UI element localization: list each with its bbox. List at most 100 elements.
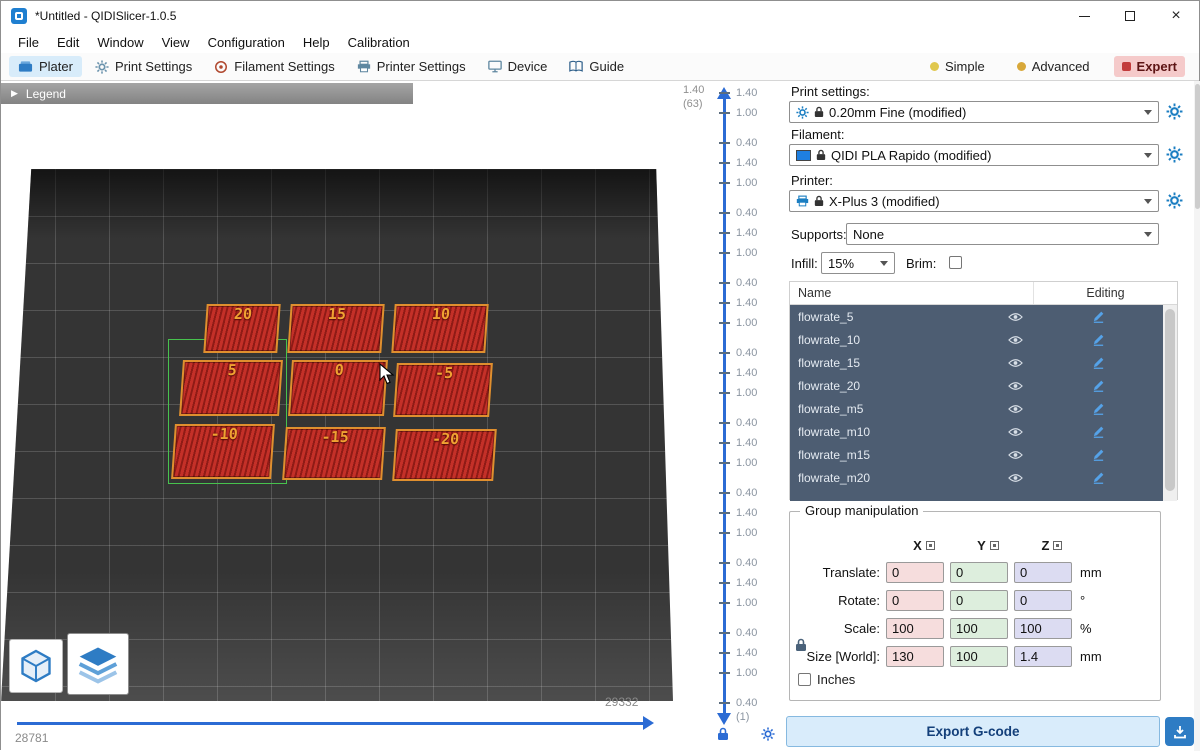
model-tile[interactable]: 20 (203, 304, 280, 353)
tab-printer-settings[interactable]: Printer Settings (348, 56, 475, 77)
visibility-toggle[interactable] (997, 381, 1033, 391)
printer-edit-gear[interactable] (1166, 192, 1183, 209)
value-x-input[interactable]: 0 (886, 590, 944, 611)
value-z-input[interactable]: 0 (1014, 562, 1072, 583)
menu-item[interactable]: Help (294, 33, 339, 52)
mode-simple[interactable]: Simple (922, 56, 993, 77)
legend-panel[interactable]: ▶ Legend (1, 83, 413, 104)
value-z-input[interactable]: 100 (1014, 618, 1072, 639)
tab-device[interactable]: Device (479, 56, 557, 77)
printer-combo[interactable]: X-Plus 3 (modified) (789, 190, 1159, 212)
layer-slider-track[interactable] (723, 99, 726, 713)
object-list-scrollbar[interactable] (1163, 305, 1177, 501)
visibility-toggle[interactable] (997, 473, 1033, 483)
tab-plater[interactable]: Plater (9, 56, 82, 77)
object-row[interactable]: flowrate_20 (790, 374, 1163, 397)
brim-checkbox[interactable] (949, 256, 962, 269)
editing-button[interactable] (1033, 356, 1163, 369)
uniform-scale-lock-icon[interactable] (795, 638, 807, 652)
editing-button[interactable] (1033, 471, 1163, 484)
model-tile[interactable]: 5 (179, 360, 283, 416)
object-row[interactable]: flowrate_5 (790, 305, 1163, 328)
viewport-3d[interactable]: ▶ Legend 20 15 10 5 (1, 81, 673, 751)
model-tile[interactable]: -20 (392, 429, 497, 481)
slider-lock-icon[interactable] (717, 727, 729, 741)
object-row[interactable]: flowrate_m5 (790, 397, 1163, 420)
filament-combo[interactable]: QIDI PLA Rapido (modified) (789, 144, 1159, 166)
supports-combo[interactable]: None (846, 223, 1159, 245)
model-tile[interactable]: -15 (282, 427, 386, 480)
editing-button[interactable] (1033, 448, 1163, 461)
sidebar-scrollbar-thumb[interactable] (1195, 84, 1200, 209)
menu-item[interactable]: Calibration (339, 33, 419, 52)
model-tile[interactable]: 0 (288, 360, 388, 416)
export-to-device-button[interactable] (1165, 717, 1194, 746)
object-name[interactable]: flowrate_m15 (790, 448, 997, 462)
filament-edit-gear[interactable] (1166, 146, 1183, 163)
mode-advanced[interactable]: Advanced (1009, 56, 1098, 77)
menu-item[interactable]: Configuration (199, 33, 294, 52)
object-name[interactable]: flowrate_m10 (790, 425, 997, 439)
object-name[interactable]: flowrate_20 (790, 379, 997, 393)
inches-checkbox[interactable] (798, 673, 811, 686)
object-row[interactable]: flowrate_m10 (790, 420, 1163, 443)
visibility-toggle[interactable] (997, 358, 1033, 368)
model-tile[interactable]: 15 (287, 304, 384, 353)
mode-expert[interactable]: Expert (1114, 56, 1185, 77)
value-y-input[interactable]: 0 (950, 562, 1008, 583)
value-y-input[interactable]: 100 (950, 618, 1008, 639)
scrollbar-thumb[interactable] (1165, 309, 1175, 491)
menu-item[interactable]: Window (88, 33, 152, 52)
object-row[interactable]: flowrate_10 (790, 328, 1163, 351)
object-row[interactable]: flowrate_m20 (790, 466, 1163, 489)
object-row[interactable]: flowrate_15 (790, 351, 1163, 374)
model-tile[interactable]: -5 (393, 363, 493, 417)
editing-button[interactable] (1033, 310, 1163, 323)
layer-slider-lower-handle[interactable] (717, 713, 731, 725)
model-tile[interactable]: -10 (171, 424, 275, 479)
axis-coordinate-icon[interactable] (990, 541, 999, 550)
visibility-toggle[interactable] (997, 427, 1033, 437)
print-settings-edit-gear[interactable] (1166, 103, 1183, 120)
sidebar-scrollbar[interactable] (1194, 81, 1200, 751)
value-y-input[interactable]: 0 (950, 590, 1008, 611)
visibility-toggle[interactable] (997, 404, 1033, 414)
axis-coordinate-icon[interactable] (1053, 541, 1062, 550)
editing-button[interactable] (1033, 379, 1163, 392)
export-gcode-button[interactable]: Export G-code (786, 716, 1160, 747)
print-settings-combo[interactable]: 0.20mm Fine (modified) (789, 101, 1159, 123)
visibility-toggle[interactable] (997, 335, 1033, 345)
tab-filament-settings[interactable]: Filament Settings (205, 56, 343, 77)
maximize-button[interactable] (1107, 1, 1153, 31)
close-button[interactable]: × (1153, 1, 1199, 31)
legend-expand-icon[interactable]: ▶ (11, 88, 18, 99)
slider-gear-icon[interactable] (761, 727, 775, 741)
tab-print-settings[interactable]: Print Settings (86, 56, 201, 77)
object-name[interactable]: flowrate_m5 (790, 402, 997, 416)
object-name[interactable]: flowrate_10 (790, 333, 997, 347)
view-3d-button[interactable] (9, 639, 63, 693)
object-row[interactable]: flowrate_m15 (790, 443, 1163, 466)
object-name[interactable]: flowrate_15 (790, 356, 997, 370)
value-z-input[interactable]: 1.4 (1014, 646, 1072, 667)
value-x-input[interactable]: 0 (886, 562, 944, 583)
menu-item[interactable]: Edit (48, 33, 88, 52)
model-tile[interactable]: 10 (391, 304, 488, 353)
tab-guide[interactable]: Guide (560, 56, 633, 77)
value-y-input[interactable]: 100 (950, 646, 1008, 667)
visibility-toggle[interactable] (997, 312, 1033, 322)
infill-combo[interactable]: 15% (821, 252, 895, 274)
value-x-input[interactable]: 130 (886, 646, 944, 667)
editing-button[interactable] (1033, 425, 1163, 438)
view-preview-button[interactable] (67, 633, 129, 695)
value-x-input[interactable]: 100 (886, 618, 944, 639)
menu-item[interactable]: View (153, 33, 199, 52)
minimize-button[interactable] (1061, 1, 1107, 31)
editing-button[interactable] (1033, 333, 1163, 346)
object-name[interactable]: flowrate_5 (790, 310, 997, 324)
hslider-handle-icon[interactable] (643, 716, 654, 730)
menu-item[interactable]: File (9, 33, 48, 52)
axis-coordinate-icon[interactable] (926, 541, 935, 550)
object-name[interactable]: flowrate_m20 (790, 471, 997, 485)
value-z-input[interactable]: 0 (1014, 590, 1072, 611)
